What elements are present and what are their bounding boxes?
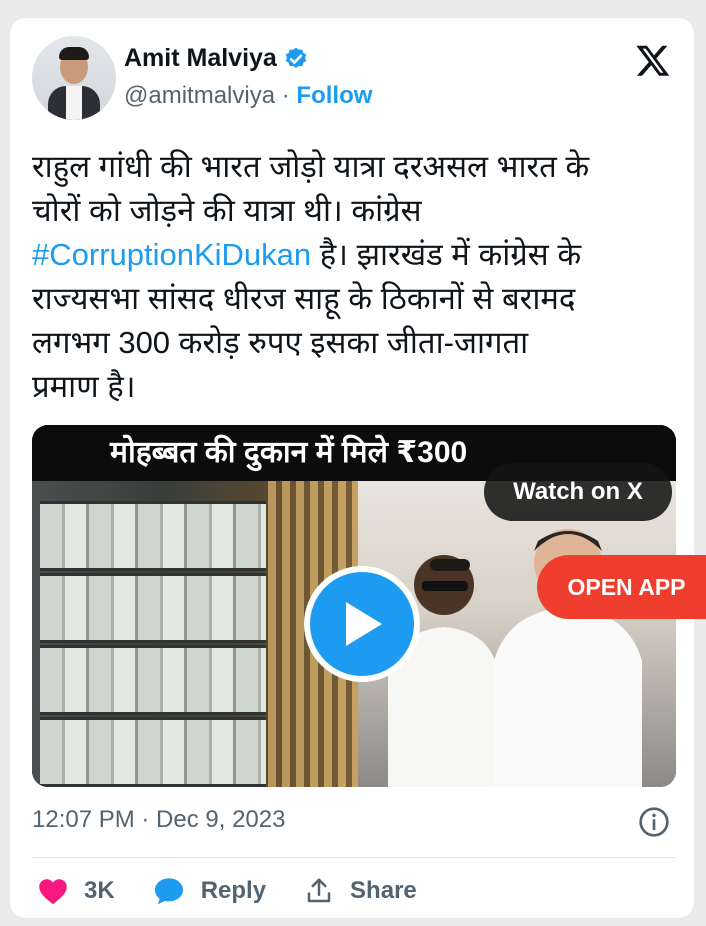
author-name-row: Amit Malviya <box>124 44 309 73</box>
hashtag-link[interactable]: #CorruptionKiDukan <box>32 237 311 272</box>
tweet-timestamp[interactable]: 12:07 PM · Dec 9, 2023 <box>32 806 285 834</box>
divider <box>32 857 676 858</box>
reply-label: Reply <box>200 877 267 904</box>
play-icon <box>346 602 382 646</box>
tweet-text: राहुल गांधी की भारत जोड़ो यात्रा दरअसल भ… <box>32 145 672 409</box>
separator: · <box>281 82 290 109</box>
author-handle-row: @amitmalviya · Follow <box>124 82 372 110</box>
reply-button[interactable]: Reply <box>153 876 266 906</box>
verified-badge-icon <box>285 47 307 68</box>
tweet-line: चोरों को जोड़ने की यात्रा थी। कांग्रेस <box>32 193 422 228</box>
author-name[interactable]: Amit Malviya <box>124 44 277 73</box>
tweet-line-rest: है। झारखंड में कांग्रेस के <box>311 237 582 272</box>
play-button[interactable] <box>304 566 420 682</box>
person-figure <box>494 529 642 787</box>
watch-on-x-button[interactable]: Watch on X <box>484 463 672 521</box>
author-handle[interactable]: @amitmalviya <box>124 82 275 109</box>
like-button[interactable]: 3K <box>38 877 115 905</box>
tweet-line: #CorruptionKiDukan है। झारखंड में कांग्र… <box>32 233 672 277</box>
reply-bubble-icon <box>154 878 183 905</box>
open-app-button[interactable]: OPEN APP <box>537 555 706 619</box>
avatar[interactable] <box>32 36 116 120</box>
tweet-line: राहुल गांधी की भारत जोड़ो यात्रा दरअसल भ… <box>32 149 590 184</box>
tweet-line: लगभग 300 करोड़ रुपए इसका जीता-जागता <box>32 325 529 360</box>
follow-button[interactable]: Follow <box>296 82 372 109</box>
action-bar: 3K Reply Share <box>38 876 455 906</box>
heart-icon <box>39 879 67 905</box>
like-count: 3K <box>84 877 115 904</box>
share-label: Share <box>350 877 417 904</box>
tweet-line: प्रमाण है। <box>32 369 136 404</box>
x-logo-icon[interactable] <box>634 42 672 78</box>
tweet-line: राज्यसभा सांसद धीरज साहू के ठिकानों से ब… <box>32 281 576 316</box>
share-button[interactable]: Share <box>304 876 417 906</box>
info-icon[interactable] <box>638 806 670 838</box>
share-icon <box>307 878 331 903</box>
